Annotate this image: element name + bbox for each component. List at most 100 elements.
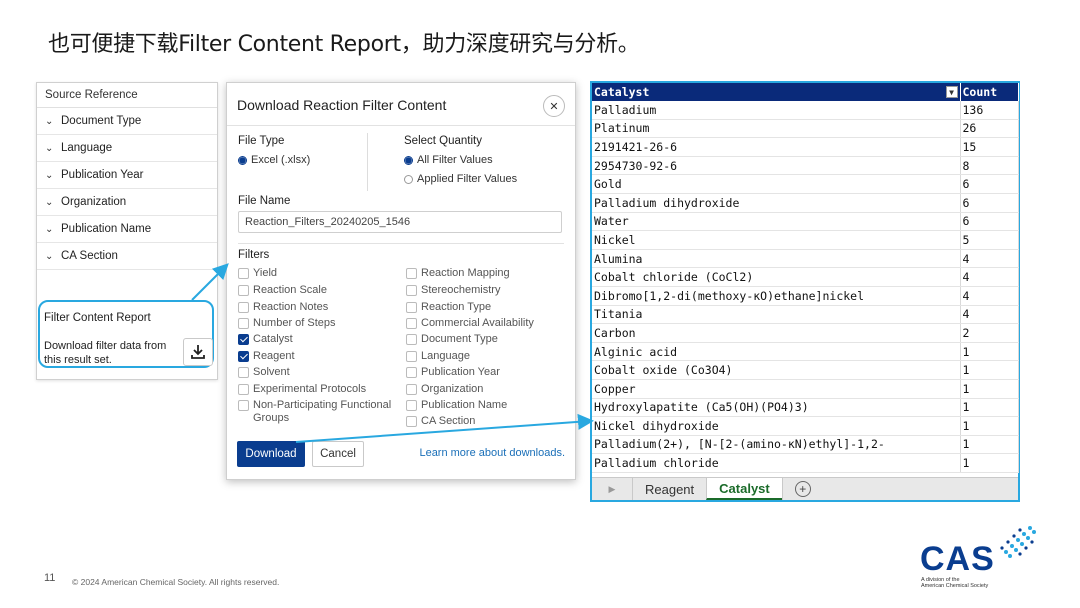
filter-checkbox-reagent[interactable]: Reagent [238,350,295,363]
filter-checkbox-experimental-protocols[interactable]: Experimental Protocols [238,383,366,396]
table-row[interactable]: Nickel 5 [592,230,1019,250]
quantity-all-radio[interactable]: All Filter Values [404,154,493,166]
count-cell[interactable]: 1 [960,453,1019,473]
filter-checkbox-reaction-type[interactable]: Reaction Type [406,301,491,314]
filter-checkbox-stereochemistry[interactable]: Stereochemistry [406,284,500,297]
filter-checkbox-reaction-mapping[interactable]: Reaction Mapping [406,267,510,280]
close-icon[interactable]: ✕ [543,95,565,117]
table-row[interactable]: Alumina 4 [592,249,1019,269]
catalyst-cell[interactable]: 2191421-26-6 [592,137,961,157]
count-cell[interactable]: 4 [960,286,1019,306]
table-row[interactable]: Palladium 136 [592,101,1019,120]
count-cell[interactable]: 15 [960,137,1019,157]
sidebar-item-document-type[interactable]: ⌄ Document Type [37,108,217,135]
sidebar-item-ca-section[interactable]: ⌄ CA Section [37,243,217,270]
sidebar-item-publication-name[interactable]: ⌄ Publication Name [37,216,217,243]
count-cell[interactable]: 1 [960,416,1019,436]
table-row[interactable]: Cobalt chloride (CoCl2) 4 [592,267,1019,287]
catalyst-cell[interactable]: Carbon [592,323,961,343]
tab-scroll-arrow-icon[interactable]: ▶ [592,478,632,500]
count-cell[interactable]: 5 [960,230,1019,250]
count-cell[interactable]: 136 [960,101,1019,120]
filter-checkbox-commercial-availability[interactable]: Commercial Availability [406,317,534,330]
table-row[interactable]: Nickel dihydroxide 1 [592,416,1019,436]
file-name-input[interactable]: Reaction_Filters_20240205_1546 [238,211,562,233]
catalyst-cell[interactable]: Platinum [592,119,961,139]
catalyst-cell[interactable]: Nickel dihydroxide [592,416,961,436]
quantity-applied-radio[interactable]: Applied Filter Values [404,173,517,185]
catalyst-cell[interactable]: 2954730-92-6 [592,156,961,176]
learn-more-link[interactable]: Learn more about downloads. [419,447,565,459]
count-cell[interactable]: 6 [960,174,1019,194]
count-cell[interactable]: 4 [960,267,1019,287]
catalyst-cell[interactable]: Titania [592,305,961,325]
count-cell[interactable]: 1 [960,379,1019,399]
column-header-count[interactable]: Count [960,83,1019,101]
sidebar-item-organization[interactable]: ⌄ Organization [37,189,217,216]
filter-checkbox-publication-year[interactable]: Publication Year [406,366,500,379]
count-cell[interactable]: 4 [960,249,1019,269]
catalyst-cell[interactable]: Water [592,212,961,232]
filter-checkbox-document-type[interactable]: Document Type [406,333,498,346]
add-sheet-button[interactable]: + [781,478,823,500]
catalyst-cell[interactable]: Gold [592,174,961,194]
tab-catalyst[interactable]: Catalyst [706,478,782,500]
count-cell[interactable]: 2 [960,323,1019,343]
table-row[interactable]: Platinum 26 [592,119,1019,139]
filter-checkbox-number-of-steps[interactable]: Number of Steps [238,317,336,330]
catalyst-cell[interactable]: Palladium chloride [592,453,961,473]
table-row[interactable]: Palladium(2+), [N-[2-(amino-κN)ethyl]-1,… [592,435,1019,455]
table-row[interactable]: Palladium chloride 1 [592,453,1019,473]
table-row[interactable]: Titania 4 [592,305,1019,325]
sidebar-item-language[interactable]: ⌄ Language [37,135,217,162]
catalyst-cell[interactable]: Alumina [592,249,961,269]
filter-checkbox-non-participating-groups[interactable]: Non-Participating Functional Groups [238,399,398,425]
table-row[interactable]: Carbon 2 [592,323,1019,343]
tab-reagent[interactable]: Reagent [632,478,706,500]
filter-dropdown-icon[interactable]: ▼ [945,86,958,98]
table-row[interactable]: Copper 1 [592,379,1019,399]
filter-checkbox-organization[interactable]: Organization [406,383,483,396]
filter-checkbox-solvent[interactable]: Solvent [238,366,290,379]
table-row[interactable]: Water 6 [592,212,1019,232]
catalyst-cell[interactable]: Alginic acid [592,342,961,362]
filter-checkbox-catalyst[interactable]: Catalyst [238,333,293,346]
table-row[interactable]: Cobalt oxide (Co3O4) 1 [592,360,1019,380]
table-row[interactable]: Gold 6 [592,174,1019,194]
table-row[interactable]: 2954730-92-6 8 [592,156,1019,176]
filter-checkbox-reaction-notes[interactable]: Reaction Notes [238,301,328,314]
table-row[interactable]: Alginic acid 1 [592,342,1019,362]
filter-checkbox-yield[interactable]: Yield [238,267,277,280]
count-cell[interactable]: 1 [960,360,1019,380]
table-row[interactable]: Hydroxylapatite (Ca5(OH)(PO4)3) 1 [592,398,1019,418]
count-cell[interactable]: 6 [960,212,1019,232]
catalyst-cell[interactable]: Cobalt chloride (CoCl2) [592,267,961,287]
filter-checkbox-publication-name[interactable]: Publication Name [406,399,507,412]
filter-checkbox-language[interactable]: Language [406,350,470,363]
table-row[interactable]: Palladium dihydroxide 6 [592,193,1019,213]
catalyst-cell[interactable]: Palladium [592,101,961,120]
table-row[interactable]: Dibromo[1,2-di(methoxy-κO)ethane]nickel 4 [592,286,1019,306]
count-cell[interactable]: 1 [960,435,1019,455]
catalyst-cell[interactable]: Nickel [592,230,961,250]
catalyst-cell[interactable]: Palladium dihydroxide [592,193,961,213]
catalyst-cell[interactable]: Palladium(2+), [N-[2-(amino-κN)ethyl]-1,… [592,435,961,455]
catalyst-cell[interactable]: Cobalt oxide (Co3O4) [592,360,961,380]
cancel-button[interactable]: Cancel [312,441,364,467]
download-button[interactable]: Download [237,441,305,467]
download-report-button[interactable] [183,338,213,366]
filter-checkbox-ca-section[interactable]: CA Section [406,415,475,428]
count-cell[interactable]: 1 [960,342,1019,362]
count-cell[interactable]: 1 [960,398,1019,418]
catalyst-cell[interactable]: Copper [592,379,961,399]
catalyst-cell[interactable]: Hydroxylapatite (Ca5(OH)(PO4)3) [592,398,961,418]
catalyst-cell[interactable]: Dibromo[1,2-di(methoxy-κO)ethane]nickel [592,286,961,306]
count-cell[interactable]: 6 [960,193,1019,213]
table-row[interactable]: 2191421-26-6 15 [592,137,1019,157]
count-cell[interactable]: 4 [960,305,1019,325]
sidebar-item-publication-year[interactable]: ⌄ Publication Year [37,162,217,189]
count-cell[interactable]: 26 [960,119,1019,139]
file-type-excel-radio[interactable]: Excel (.xlsx) [238,154,310,166]
column-header-catalyst[interactable]: Catalyst ▼ [592,83,961,101]
filter-checkbox-reaction-scale[interactable]: Reaction Scale [238,284,327,297]
